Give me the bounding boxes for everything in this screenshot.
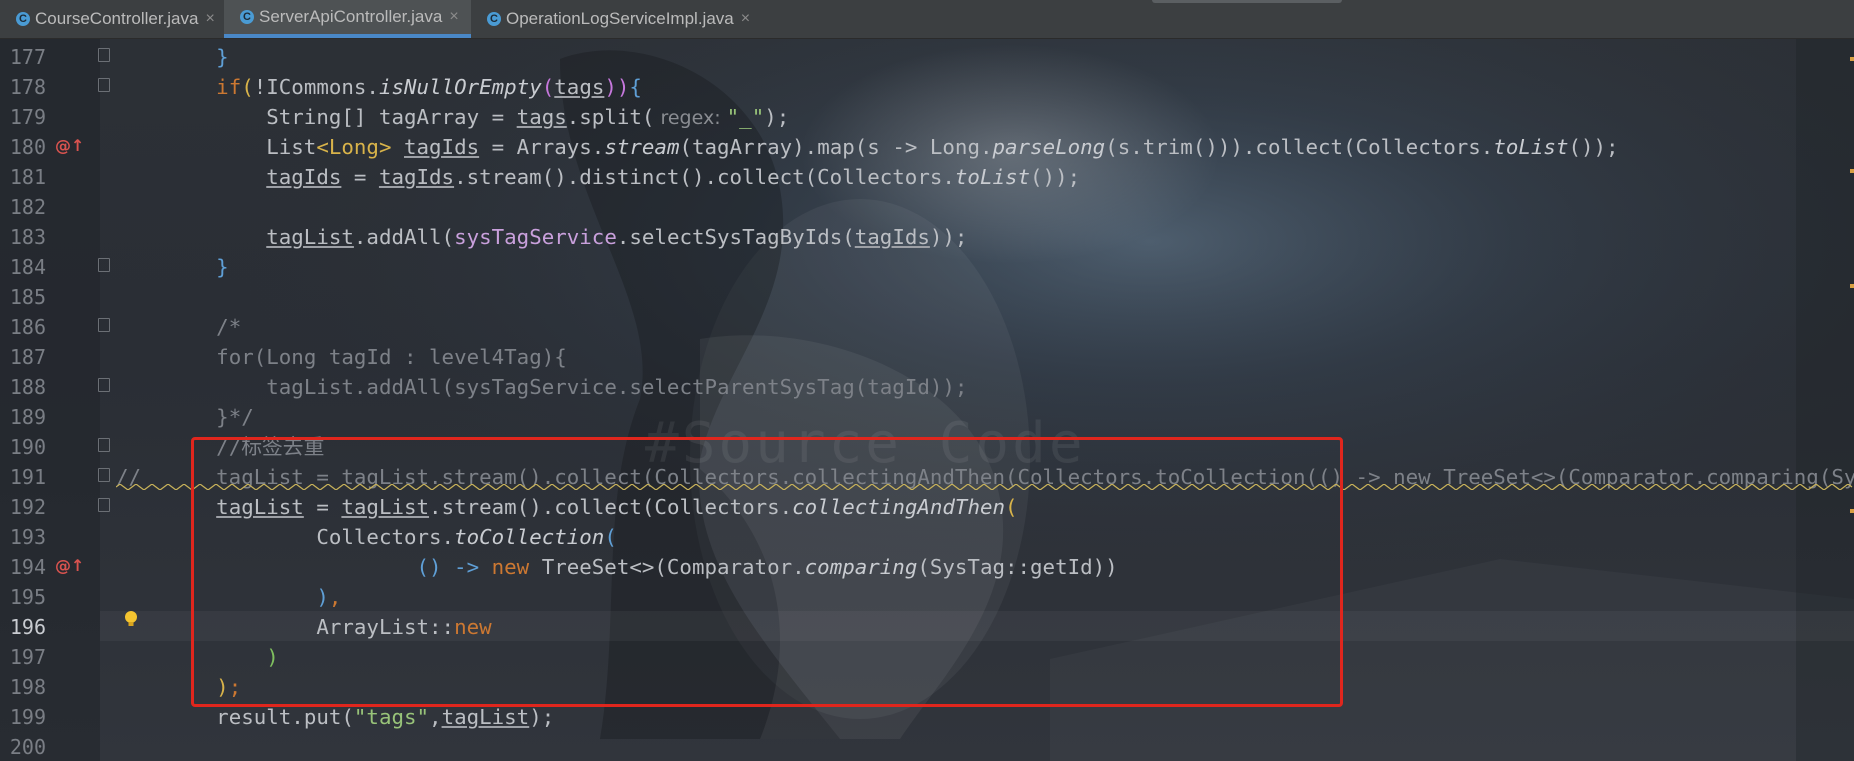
line-number[interactable]: 181 bbox=[0, 162, 46, 192]
code-line-183[interactable]: tagList.addAll(sysTagService.selectSysTa… bbox=[116, 222, 967, 252]
close-icon[interactable]: × bbox=[741, 10, 750, 28]
tab-label: CourseController.java bbox=[35, 9, 199, 28]
warning-stripe-marker[interactable] bbox=[1850, 284, 1854, 288]
fold-toggle-icon[interactable] bbox=[98, 438, 110, 452]
java-class-icon: C bbox=[487, 12, 501, 26]
fold-toggle-icon[interactable] bbox=[98, 378, 110, 392]
editor-scrollbar[interactable] bbox=[1796, 39, 1854, 761]
line-number[interactable]: 193 bbox=[0, 522, 46, 552]
code-line-181[interactable]: tagIds = tagIds.stream().distinct().coll… bbox=[116, 162, 1080, 192]
code-line-188[interactable]: tagList.addAll(sysTagService.selectParen… bbox=[116, 372, 967, 402]
fold-toggle-icon[interactable] bbox=[98, 78, 110, 92]
line-number[interactable]: 188 bbox=[0, 372, 46, 402]
tab-server-api-controller[interactable]: C ServerApiController.java × bbox=[224, 0, 471, 38]
code-line-184[interactable]: } bbox=[116, 252, 229, 282]
fold-toggle-icon[interactable] bbox=[98, 318, 110, 332]
line-number[interactable]: 199 bbox=[0, 702, 46, 732]
editor-tab-bar: C CourseController.java × C ServerApiCon… bbox=[0, 0, 1854, 39]
code-line-186[interactable]: /* bbox=[116, 312, 241, 342]
override-up-arrow-icon[interactable]: @↑ bbox=[55, 556, 84, 575]
line-number[interactable]: 185 bbox=[0, 282, 46, 312]
line-number[interactable]: 197 bbox=[0, 642, 46, 672]
parameter-hint: regex: bbox=[654, 107, 727, 129]
line-number[interactable]: 180 bbox=[0, 132, 46, 162]
override-up-arrow-icon[interactable]: @↑ bbox=[55, 136, 84, 155]
line-number[interactable]: 182 bbox=[0, 192, 46, 222]
java-class-icon: C bbox=[16, 12, 30, 26]
warning-stripe-marker[interactable] bbox=[1850, 57, 1854, 61]
fold-toggle-icon[interactable] bbox=[98, 48, 110, 62]
line-number[interactable]: 198 bbox=[0, 672, 46, 702]
line-number[interactable]: 195 bbox=[0, 582, 46, 612]
line-number[interactable]: 190 bbox=[0, 432, 46, 462]
red-annotation-box bbox=[191, 437, 1343, 707]
line-number-current[interactable]: 196 bbox=[0, 612, 46, 642]
code-line-178[interactable]: if(!ICommons.isNullOrEmpty(tags)){ bbox=[116, 72, 642, 102]
code-editor[interactable]: #Source Code 177 178 179 180 181 182 183… bbox=[0, 39, 1854, 761]
line-number[interactable]: 194 bbox=[0, 552, 46, 582]
warning-stripe-marker[interactable] bbox=[1850, 509, 1854, 513]
fold-toggle-icon[interactable] bbox=[98, 498, 110, 512]
tab-label: ServerApiController.java bbox=[259, 7, 443, 26]
close-icon[interactable]: × bbox=[205, 10, 214, 28]
tab-label: OperationLogServiceImpl.java bbox=[506, 9, 734, 28]
code-line-189[interactable]: }*/ bbox=[116, 402, 254, 432]
line-number[interactable]: 186 bbox=[0, 312, 46, 342]
line-number[interactable]: 179 bbox=[0, 102, 46, 132]
code-line-179[interactable]: String[] tagArray = tags.split( regex: "… bbox=[116, 102, 789, 132]
code-line-187[interactable]: for(Long tagId : level4Tag){ bbox=[116, 342, 567, 372]
line-number[interactable]: 191 bbox=[0, 462, 46, 492]
warning-stripe-marker[interactable] bbox=[1850, 169, 1854, 173]
line-number[interactable]: 177 bbox=[0, 42, 46, 72]
line-number[interactable]: 189 bbox=[0, 402, 46, 432]
tab-bar-search-field[interactable] bbox=[1152, 0, 1342, 3]
code-line-177[interactable]: } bbox=[116, 42, 229, 72]
line-number[interactable]: 187 bbox=[0, 342, 46, 372]
line-number[interactable]: 178 bbox=[0, 72, 46, 102]
java-class-icon: C bbox=[240, 10, 254, 24]
fold-toggle-icon[interactable] bbox=[98, 258, 110, 272]
line-number[interactable]: 184 bbox=[0, 252, 46, 282]
line-number[interactable]: 183 bbox=[0, 222, 46, 252]
fold-toggle-icon[interactable] bbox=[98, 468, 110, 482]
line-number[interactable]: 200 bbox=[0, 732, 46, 761]
tab-operation-log-service-impl[interactable]: C OperationLogServiceImpl.java × bbox=[471, 0, 761, 38]
code-line-180[interactable]: List<Long> tagIds = Arrays.stream(tagArr… bbox=[116, 132, 1618, 162]
line-number[interactable]: 192 bbox=[0, 492, 46, 522]
close-icon[interactable]: × bbox=[449, 8, 458, 26]
tab-course-controller[interactable]: C CourseController.java × bbox=[0, 0, 224, 38]
